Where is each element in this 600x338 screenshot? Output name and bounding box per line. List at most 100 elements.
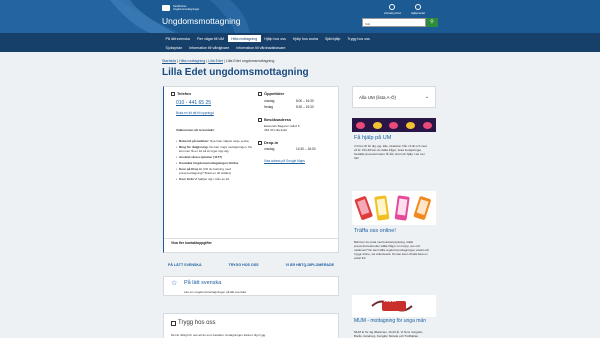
hearing-button[interactable]: Hörselsymbol [384,4,401,15]
hours-row: fredag 8:30 – 15:30 [264,104,314,109]
welcome-item: • Ring för rådgivning: Du kan ringa motta… [176,145,254,153]
easy-swedish-card[interactable]: ☆ På lätt svenska Läs om ungdomsmottagni… [163,276,339,296]
bullet: • [176,161,178,165]
trygg-text: Det är viktigt för oss att du som besöke… [171,333,267,337]
speech-bubble-icon [389,121,399,129]
site-logo[interactable]: Stockholms Ungdomsmottagningar [162,5,199,11]
accessibility-button[interactable]: Hjälpmedel [411,4,425,15]
search-input[interactable]: Sök [362,18,426,27]
address-heading: Besöksadress [258,117,291,122]
breadcrumb-item[interactable]: Lilla Edet [208,59,223,63]
document-icon [171,321,176,326]
speech-bubble-icon [423,121,433,129]
nav-item[interactable]: Trygg hos oss [344,35,373,42]
dropin-table: onsdag 14:30 – 16:00 [264,147,316,153]
star-icon: ☆ [171,280,178,287]
content-tabs: PÅ LÄTT SVENSKA TRYGG HOS OSS VI ÄR HBTQ… [163,263,339,267]
nav-item[interactable]: Självhjälp [321,35,343,42]
speech-bubble-icon [406,121,416,129]
promo1-image[interactable] [352,118,436,132]
welcome-list: • Boka tid på webben: Nya tider släpps va… [176,139,254,183]
trygg-card[interactable]: Trygg hos oss Det är viktigt för oss att… [163,313,339,338]
tab-trygg[interactable]: TRYGG HOS OSS [229,263,259,267]
easy-swedish-title: På lätt svenska [184,280,222,286]
phone-link[interactable]: 010 - 441 65 25 [176,100,211,106]
promo1-text: Vi finns till för dig, tjej, kille, icke… [354,144,427,160]
bullet: • [176,167,178,171]
nav-item[interactable]: På lätt svenska [162,35,193,42]
promo1-title[interactable]: Få hjälp på UM [354,135,391,141]
hours-heading: Öppettider [258,91,284,96]
divider [164,238,338,239]
promo3-title[interactable]: MUM - mottagning för unga män [354,318,434,324]
speech-bubble-icon [372,121,382,129]
phone-heading: Telefon [171,91,191,96]
site-title[interactable]: Ungdomsmottagning [162,16,240,26]
address-line: 463 30 Lilla Edet [264,128,288,132]
hearing-label: Hörselsymbol [384,11,401,15]
show-more-contacts[interactable]: Visa fler kontaktuppgifter [171,241,212,245]
accessibility-icon [414,4,421,10]
bullet: • [176,155,178,159]
main-nav: På lätt svenska Fler vägar till UM Hitta m… [0,33,600,52]
promo2-text: Behöver du prata med kurator/psykolog, s… [354,240,430,260]
bullet: • [176,145,178,149]
dropin-row: onsdag 14:30 – 16:00 [264,147,316,151]
header-swoosh [0,0,250,33]
welcome-item-bold: Kontakta Ungdomsmottagningen Online [179,161,239,165]
contact-card: Telefon 010 - 441 65 25 Boka en tid att … [163,86,339,253]
nav-item[interactable]: Hitta mottagning [227,35,261,42]
clinic-list-dropdown[interactable]: Alla UM (lista A-Ö) ⌄ [352,86,436,108]
welcome-item: • Kom förbi Vi hjälper dig i mån av tid. [176,177,254,181]
welcome-item-bold: Kom förbi [179,177,194,181]
breadcrumb-item[interactable]: Startsida [162,59,176,63]
clock-icon [258,91,262,96]
promo2-image[interactable] [352,191,436,225]
bullet: • [176,139,178,143]
welcome-heading: Välkommen att ta kontakt: [176,128,215,132]
dropdown-label: Alla UM (lista A-Ö) [359,95,397,100]
logo-mark [162,5,170,11]
breadcrumb: Startsida | Hitta mottagning | Lilla Ede… [162,59,275,63]
page-title: Lilla Edet ungdomsmottagning [162,67,309,78]
accessibility-label: Hjälpmedel [410,11,425,15]
welcome-item-text: Vi hjälper dig i mån av tid. [194,177,230,181]
logo-line-2: Ungdomsmottagningar [173,8,200,11]
tab-hbtq[interactable]: VI ÄR HBTQ-DIPLOMERADE [285,263,334,267]
nav-item[interactable]: Hjälp hos andra [289,35,321,42]
nav-item[interactable]: Sjuksyrlan [162,44,186,51]
tab-easy-swedish[interactable]: PÅ LÄTT SVENSKA [168,263,202,267]
easy-swedish-text: Läs om ungdomsmottagningen på lätt svens… [184,290,247,294]
nav-item[interactable]: Hjälp hos oss [261,35,290,42]
welcome-item-text: Nya tider släpps varje vecka [209,139,249,143]
welcome-item: • Boka tid på webben: Nya tider släpps va… [176,139,254,143]
map-link[interactable]: Visa adress på Google Maps [264,159,305,163]
book-callback-link[interactable]: Boka en tid att bli uppringd [176,111,214,115]
promo3-text: MUM är för dig tilltalsman, 16-20 år. Vi… [354,330,424,338]
search-form: Sök ⚲ [362,18,438,27]
search-icon: ⚲ [430,19,434,25]
dropin-heading: Drop-in [258,140,278,145]
nav-item[interactable]: Information till vårdgivare [186,44,233,51]
chevron-down-icon: ⌄ [424,94,429,100]
welcome-item-bold: Boka tid på webben: [179,139,210,143]
mum-badge: MUM [384,298,396,304]
breadcrumb-item[interactable]: Hitta mottagning [179,59,205,63]
welcome-item: • Använd våra e-tjänster (1177) [176,155,254,159]
bullet: • [176,177,178,181]
promo2-title[interactable]: Träffa oss online! [354,228,396,234]
hours-table: onsdag 8:00 – 16:30 fredag 8:30 – 15:30 [264,99,314,110]
welcome-item: • Kontakta Ungdomsmottagningen Online [176,161,254,165]
nav-item[interactable]: Fler vägar till UM [193,35,227,42]
speech-bubble-icon [355,121,365,129]
hearing-icon [389,4,396,10]
site-header: Stockholms Ungdomsmottagningar Ungdomsmo… [0,0,600,33]
search-button[interactable]: ⚲ [426,18,438,27]
door-icon [258,140,262,145]
phone-icon [171,91,175,96]
location-icon [258,117,262,122]
trygg-title: Trygg hos oss [178,320,216,326]
welcome-item: • Kom på Drop in (Vill du bokning med pre… [176,167,254,175]
breadcrumb-current: Lilla Edet ungdomsmottagning [225,59,275,63]
nav-item[interactable]: Information till vårdnadshavare [233,44,289,51]
